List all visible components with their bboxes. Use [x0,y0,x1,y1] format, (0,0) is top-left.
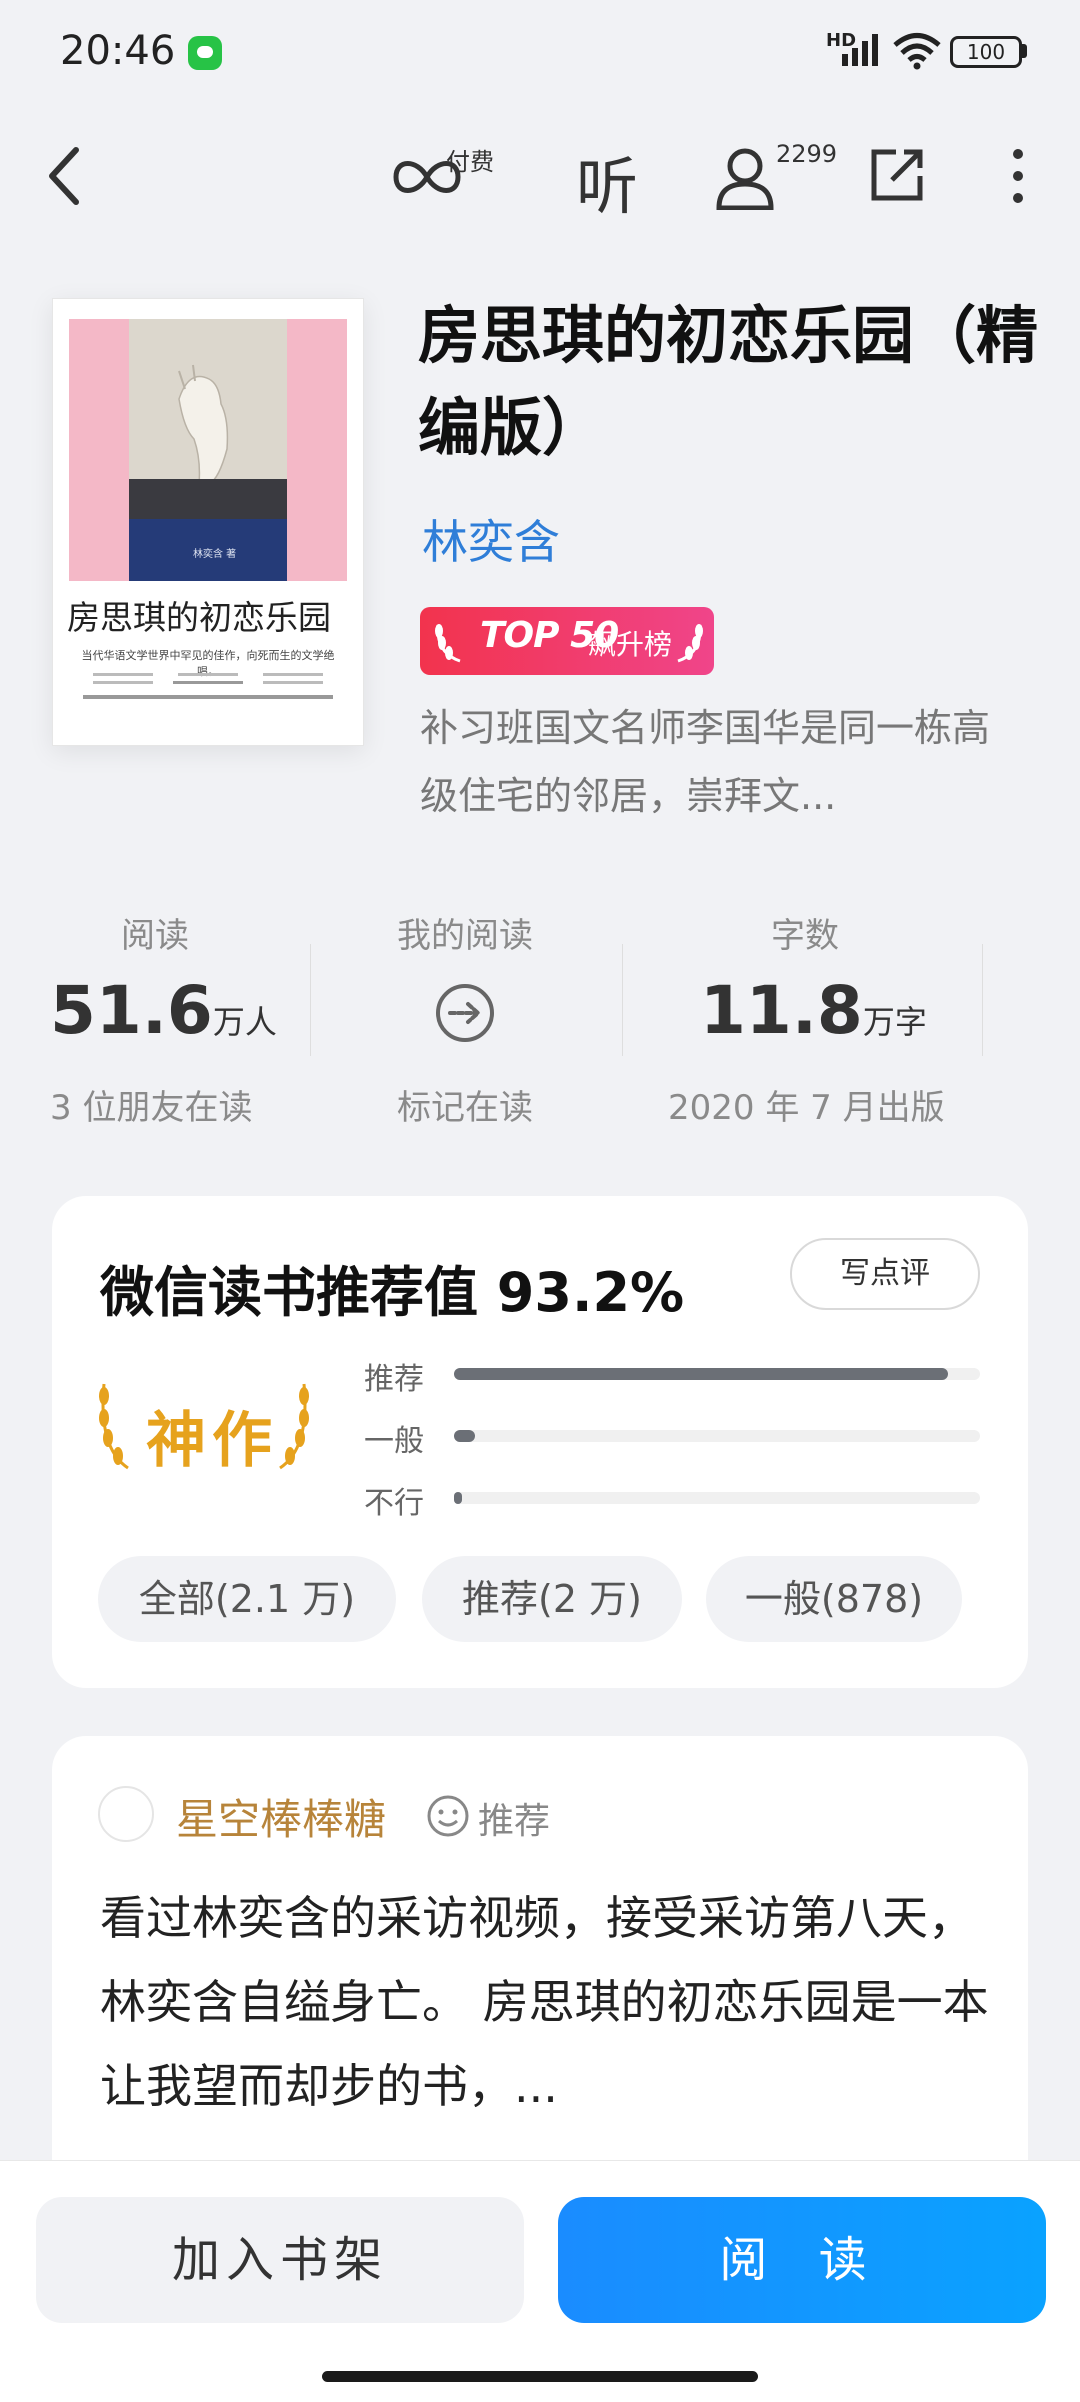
signal-icon [842,34,878,66]
bar-label-recommend: 推荐 [364,1362,424,1397]
smile-icon [427,1795,469,1837]
status-time: 20:46 [60,28,176,74]
listen-button[interactable]: 听 [576,136,638,226]
battery-cap [1022,44,1027,58]
laurel-left-icon [99,1383,129,1470]
filter-chip-all[interactable]: 全部(2.1 万) [98,1556,396,1642]
bar-label-bad: 不行 [364,1486,424,1521]
review-username[interactable]: 星空棒棒糖 [176,1786,386,1847]
followers-button[interactable]: 2299 [714,140,844,212]
mark-reading-icon[interactable] [434,982,496,1044]
bar-track-average [454,1430,980,1442]
filter-chip-recommend[interactable]: 推荐(2 万) [422,1556,682,1642]
wechat-notification-icon [188,36,222,70]
share-icon[interactable] [868,146,926,204]
add-to-shelf-button[interactable]: 加入书架 [36,2197,524,2323]
avatar[interactable] [98,1786,154,1842]
write-review-button[interactable]: 写点评 [790,1238,980,1310]
pay-label: 付费 [446,148,494,176]
followers-count: 2299 [776,140,838,168]
review-card[interactable]: 星空棒棒糖 推荐 看过林奕含的采访视频，接受采访第八天，林奕含自缢身亡。 房思琪… [52,1736,1028,2206]
recommendation-card: 微信读书推荐值 93.2% 写点评 神作 推荐 一般 不行 全部(2.1 万) … [52,1196,1028,1688]
bar-label-average: 一般 [364,1424,424,1459]
stat-divider [982,944,983,1056]
laurel-icon [435,624,461,663]
wifi-icon [893,33,941,70]
battery-icon: 100 [950,36,1022,68]
cover-artwork: 林奕含 著 [69,319,347,581]
person-icon [716,148,774,210]
stat-divider [622,944,623,1056]
stat-myreading-label: 我的阅读 [397,916,533,956]
book-title: 房思琪的初恋乐园（精编版） [418,299,1039,464]
deer-illustration [178,364,229,485]
book-cover[interactable]: 林奕含 著 房思琪的初恋乐园 当代华语文学世界中罕见的佳作，向死而生的文学绝唱。 [52,298,364,746]
more-icon[interactable] [1006,146,1030,206]
rating-badge: 神作 [146,1406,278,1476]
rank-label: 飙升榜 [588,628,673,661]
review-text[interactable]: 看过林奕含的采访视频，接受采访第八天，林奕含自缢身亡。 房思琪的初恋乐园是一本让… [100,1876,1000,2128]
bar-track-recommend [454,1368,980,1380]
stat-myreading-footnote[interactable]: 标记在读 [360,1080,570,1129]
filter-chip-average[interactable]: 一般(878) [706,1556,962,1642]
pay-button[interactable]: 付费 [392,140,512,210]
stats-row: 阅读 51.6万人 3 位朋友在读 我的阅读 标记在读 字数 11.8万字 20… [0,900,1080,1140]
author-link[interactable]: 林奕含 [422,506,560,572]
review-tag: 推荐 [478,1801,551,1842]
cover-title: 房思琪的初恋乐园 [67,598,331,637]
book-description[interactable]: 补习班国文名师李国华是同一栋高级住宅的邻居，崇拜文... [420,694,1010,830]
bar-track-bad [454,1492,980,1504]
stat-reads-label: 阅读 [121,916,189,956]
recommendation-title: 微信读书推荐值 93.2% [100,1261,685,1324]
stat-divider [310,944,311,1056]
cover-author: 林奕含 著 [193,549,237,560]
stat-reads-footnote: 3 位朋友在读 [50,1088,253,1128]
home-indicator[interactable] [322,2371,758,2382]
stat-words-label: 字数 [771,916,839,956]
read-button[interactable]: 阅 读 [558,2197,1046,2323]
back-arrow-icon[interactable] [44,146,84,206]
laurel-right-icon [279,1383,309,1470]
stat-words-footnote: 2020 年 7 月出版 [668,1088,945,1128]
stat-reads-value: 51.6万人 [50,972,277,1049]
bottom-action-bar: 加入书架 阅 读 [0,2160,1080,2402]
stat-words-value: 11.8万字 [700,972,927,1049]
top50-rank-badge[interactable]: TOP 50 飙升榜 [420,607,714,675]
cover-fineprint [83,673,333,699]
laurel-icon-right [677,624,703,663]
